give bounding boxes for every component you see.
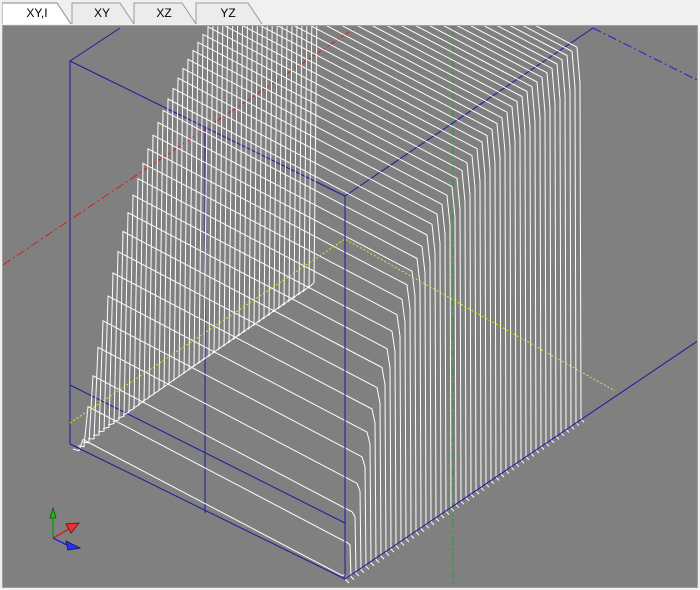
axis-x-arrow-icon bbox=[65, 522, 80, 534]
axis-triad bbox=[49, 506, 82, 551]
axis-y-arrow-icon bbox=[49, 506, 57, 519]
3d-scene[interactable] bbox=[3, 26, 698, 588]
tab-xy-intensity[interactable]: XY,I bbox=[2, 2, 72, 24]
3d-viewport[interactable] bbox=[2, 25, 698, 588]
intensity-surface bbox=[72, 26, 585, 584]
tab-xz[interactable]: XZ bbox=[130, 2, 198, 24]
tab-label: XY bbox=[93, 6, 110, 20]
tab-label: XY,I bbox=[26, 6, 48, 20]
tab-xy[interactable]: XY bbox=[68, 2, 136, 24]
surface-slice-line bbox=[277, 26, 555, 444]
tab-label: XZ bbox=[156, 6, 172, 20]
z-axis-guide-line bbox=[592, 27, 697, 81]
tab-label: YZ bbox=[220, 6, 236, 20]
surface-slice-line bbox=[77, 405, 355, 580]
axis-z-arrow-icon bbox=[65, 540, 82, 551]
surface-slice-line bbox=[72, 438, 350, 584]
surface-slice-line bbox=[287, 26, 565, 437]
view-tab-bar: XY,I XY XZ YZ bbox=[0, 0, 700, 24]
surface-slice-line bbox=[292, 26, 570, 433]
tab-yz[interactable]: YZ bbox=[192, 2, 264, 24]
